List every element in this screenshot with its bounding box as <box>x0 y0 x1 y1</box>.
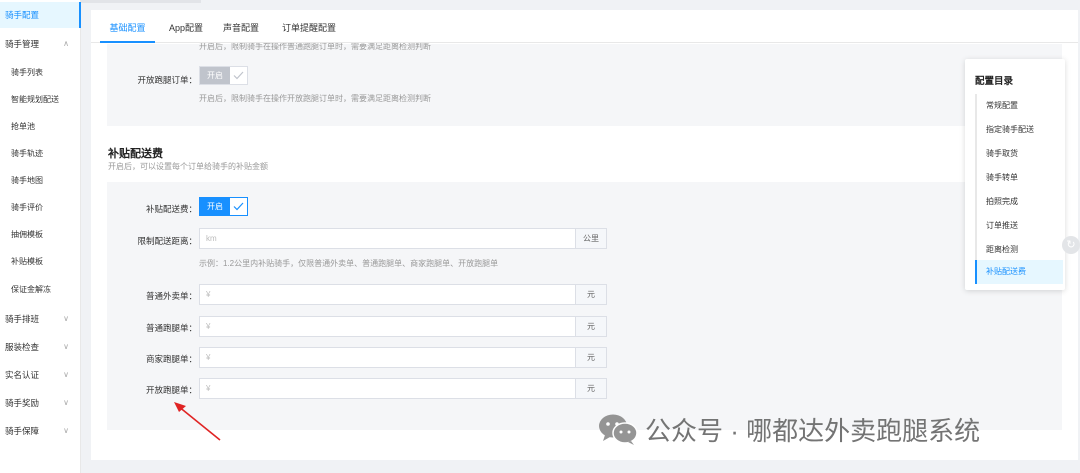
chevron-up-icon: ∧ <box>63 39 69 48</box>
tab-app-config[interactable]: App配置 <box>163 10 209 43</box>
sidebar-item-smart-dispatch[interactable]: 智能规划配送 <box>0 87 81 113</box>
top-strip <box>81 0 1080 8</box>
tab-bar: 基础配置 App配置 声音配置 订单提醒配置 <box>91 10 1078 43</box>
check-icon <box>230 198 247 215</box>
config-toc: 配置目录 常规配置 指定骑手配送 骑手取货 骑手转单 拍照完成 订单推送 距离检… <box>965 59 1065 290</box>
annotation-arrow <box>174 402 221 441</box>
merchant-errand-label: 商家跑腿单： <box>145 354 197 364</box>
toc-item-order-push[interactable]: 订单推送 <box>975 214 1063 238</box>
toggle-on-label: 开启 <box>200 198 230 215</box>
check-icon <box>230 67 247 84</box>
tab-basic-config[interactable]: 基础配置 <box>100 10 155 43</box>
sidebar-item-real-name[interactable]: 实名认证 ∨ <box>0 362 81 388</box>
sidebar-item-uniform-check[interactable]: 服装检查 ∨ <box>0 334 81 360</box>
errand-label: 普通跑腿单： <box>145 323 197 333</box>
sidebar-item-rider-track[interactable]: 骑手轨迹 <box>0 141 81 167</box>
toc-item-assign-rider[interactable]: 指定骑手配送 <box>975 118 1063 142</box>
chevron-down-icon: ∨ <box>63 426 69 435</box>
toc-item-subsidy-fee[interactable]: 补贴配送费 <box>975 260 1063 284</box>
toc-item-distance-check[interactable]: 距离检测 <box>975 238 1063 262</box>
subsidy-title: 补贴配送费 <box>108 148 163 160</box>
open-errand-note: 开启后，限制骑手在操作开放跑腿订单时，需要满足距离检测判断 <box>199 94 431 103</box>
open-errand-input-group: 元 <box>199 378 607 399</box>
distance-suffix: 公里 <box>575 229 606 248</box>
sidebar-item-order-pool[interactable]: 抢单池 <box>0 114 81 140</box>
sidebar-item-rider-reward[interactable]: 骑手奖励 ∨ <box>0 390 81 416</box>
sidebar-item-rider-map[interactable]: 骑手地图 <box>0 168 81 194</box>
subsidy-section-box: 补贴配送费： 开启 限制配送距离： 公里 示例：1.2公里内补贴骑手，仅限普通外… <box>107 182 1062 430</box>
toc-item-transfer[interactable]: 骑手转单 <box>975 166 1063 190</box>
open-errand-label: 开放跑腿订单： <box>137 75 197 85</box>
distance-input-group: 公里 <box>199 228 607 249</box>
sidebar-item-deposit-unfreeze[interactable]: 保证金解冻 <box>0 277 81 303</box>
toc-title: 配置目录 <box>975 76 1014 87</box>
sidebar-item-rider-list[interactable]: 骑手列表 <box>0 60 81 86</box>
toggle-on-label: 开启 <box>200 67 230 84</box>
main-panel: 基础配置 App配置 声音配置 订单提醒配置 开启后，限制骑手在操作普通跑腿订单… <box>91 10 1078 460</box>
sidebar-item-subsidy-template[interactable]: 补贴模板 <box>0 249 81 275</box>
takeout-label: 普通外卖单： <box>145 291 197 301</box>
top-scroll-hint <box>81 0 201 3</box>
errand-suffix: 元 <box>575 317 606 336</box>
wechat-icon <box>599 414 638 445</box>
bottom-bar <box>81 461 1080 473</box>
open-errand-suffix: 元 <box>575 379 606 398</box>
open-errand-amount-input[interactable] <box>200 379 575 398</box>
chevron-down-icon: ∨ <box>63 314 69 323</box>
open-errand-amount-label: 开放跑腿单： <box>145 385 197 395</box>
toc-item-general[interactable]: 常规配置 <box>975 94 1063 118</box>
distance-label: 限制配送距离： <box>137 236 197 246</box>
toc-item-photo-complete[interactable]: 拍照完成 <box>975 190 1063 214</box>
errand-amount-input[interactable] <box>200 317 575 336</box>
order-section-box: 开启后，限制骑手在操作普通跑腿订单时，需要满足距离检测判断 开放跑腿订单： 开启… <box>107 43 1062 126</box>
cut-note: 开启后，限制骑手在操作普通跑腿订单时，需要满足距离检测判断 <box>199 43 431 51</box>
subsidy-toggle[interactable]: 开启 <box>199 197 248 216</box>
merchant-errand-input-group: 元 <box>199 347 607 368</box>
subsidy-toggle-label: 补贴配送费： <box>145 204 197 214</box>
tab-sound-config[interactable]: 声音配置 <box>219 10 263 43</box>
chevron-down-icon: ∨ <box>63 370 69 379</box>
merchant-errand-amount-input[interactable] <box>200 348 575 367</box>
sidebar-item-rider-config[interactable]: 骑手配置 <box>0 2 81 28</box>
sidebar-item-rider-schedule[interactable]: 骑手排班 ∨ <box>0 306 81 332</box>
sidebar-item-rider-insurance[interactable]: 骑手保障 ∨ <box>0 418 81 444</box>
takeout-input-group: 元 <box>199 284 607 305</box>
open-errand-toggle[interactable]: 开启 <box>199 66 248 85</box>
sidebar-item-rider-management[interactable]: 骑手管理 ∧ <box>0 31 81 57</box>
merchant-errand-suffix: 元 <box>575 348 606 367</box>
watermark-text: 公众号 · 哪都达外卖跑腿系统 <box>645 415 981 446</box>
subsidy-desc: 开启后，可以设置每个订单给骑手的补贴金额 <box>108 162 268 171</box>
toc-item-pickup[interactable]: 骑手取货 <box>975 142 1063 166</box>
watermark: 公众号 · 哪都达外卖跑腿系统 <box>597 411 980 447</box>
takeout-suffix: 元 <box>575 285 606 304</box>
sidebar-item-rider-review[interactable]: 骑手评价 <box>0 195 81 221</box>
sidebar: 骑手配置 骑手管理 ∧ 骑手列表 智能规划配送 抢单池 骑手轨迹 骑手地图 骑手评… <box>0 0 81 473</box>
errand-input-group: 元 <box>199 316 607 337</box>
refresh-icon[interactable]: ↻ <box>1062 236 1080 254</box>
sidebar-item-commission-template[interactable]: 抽佣模板 <box>0 222 81 248</box>
distance-input[interactable] <box>200 229 575 248</box>
takeout-amount-input[interactable] <box>200 285 575 304</box>
chevron-down-icon: ∨ <box>63 342 69 351</box>
chevron-down-icon: ∨ <box>63 398 69 407</box>
subsidy-example: 示例：1.2公里内补贴骑手，仅限普通外卖单、普通跑腿单、商家跑腿单、开放跑腿单 <box>199 259 499 268</box>
tab-order-reminder[interactable]: 订单提醒配置 <box>276 10 342 43</box>
